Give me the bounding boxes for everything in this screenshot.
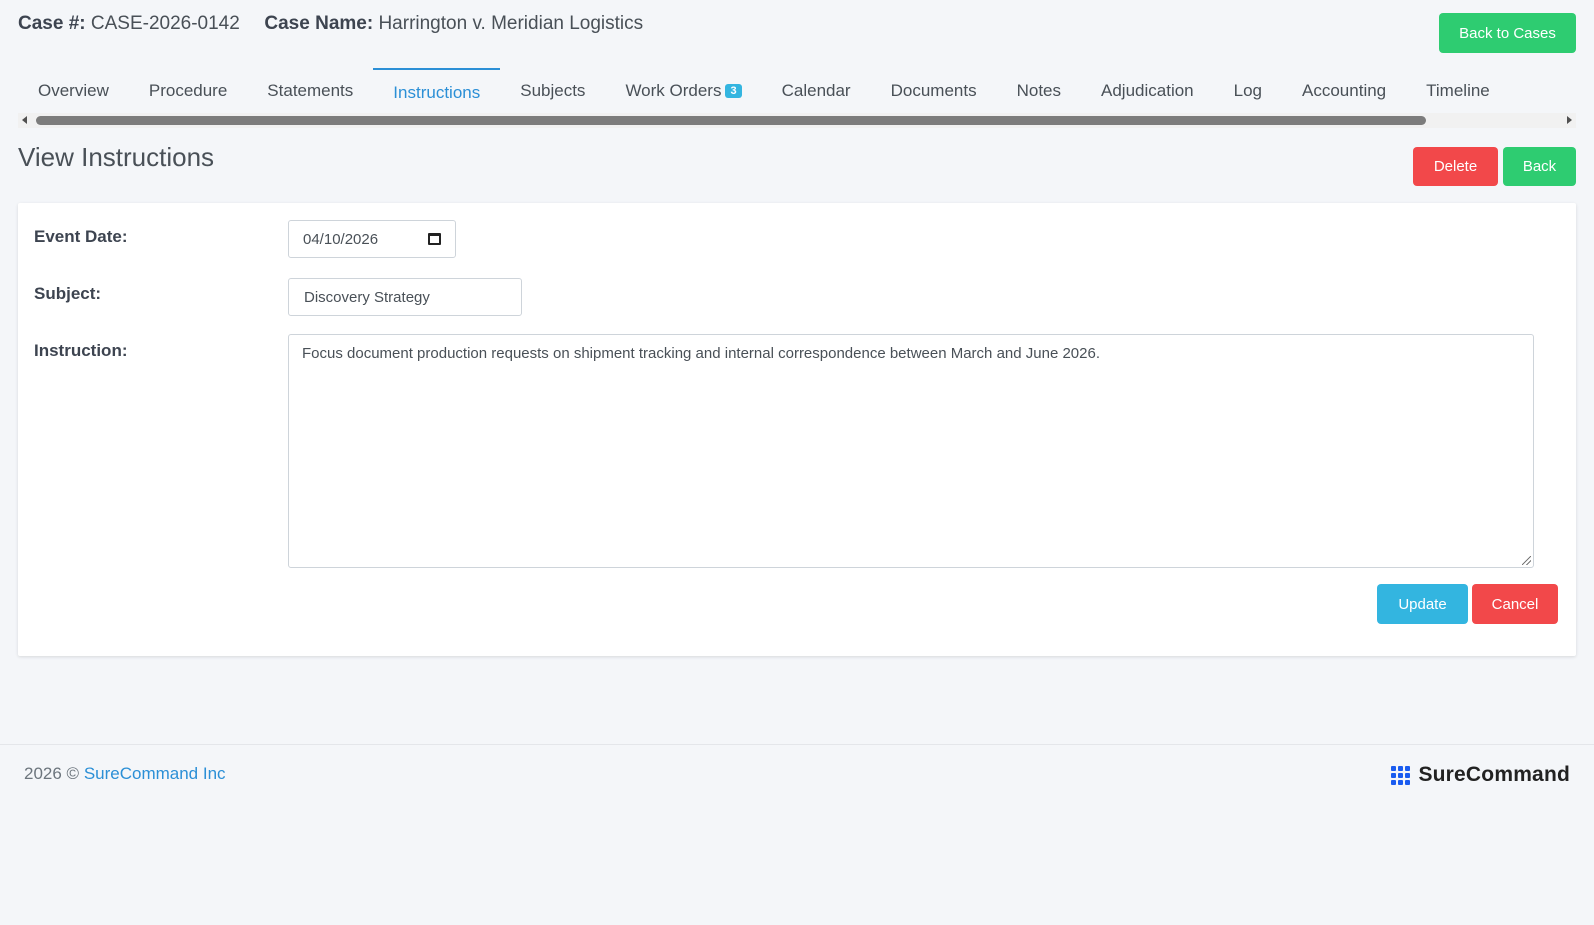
calendar-icon[interactable]: [428, 233, 441, 245]
tab-notes[interactable]: Notes: [997, 68, 1081, 112]
event-date-value: 04/10/2026: [303, 230, 379, 248]
back-to-cases-button[interactable]: Back to Cases: [1439, 13, 1576, 53]
tab-work-orders[interactable]: Work Orders 3: [605, 68, 761, 112]
tab-timeline[interactable]: Timeline: [1406, 68, 1510, 112]
tab-instructions[interactable]: Instructions: [373, 68, 501, 112]
scroll-thumb[interactable]: [36, 116, 1426, 125]
case-name: Harrington v. Meridian Logistics: [378, 13, 644, 34]
resize-grip-icon[interactable]: [1522, 556, 1531, 565]
case-info: Case #: CASE-2026-0142 Case Name: Harrin…: [18, 13, 643, 35]
case-number-label: Case #:: [18, 13, 86, 34]
tab-procedure[interactable]: Procedure: [129, 68, 247, 112]
tab-accounting[interactable]: Accounting: [1282, 68, 1406, 112]
tab-label: Work Orders: [625, 81, 722, 100]
copyright: 2026 © SureCommand Inc: [24, 764, 226, 784]
instruction-textarea[interactable]: Focus document production requests on sh…: [288, 334, 1534, 568]
delete-button[interactable]: Delete: [1413, 147, 1498, 186]
event-date-label: Event Date:: [34, 227, 128, 246]
tab-log[interactable]: Log: [1214, 68, 1282, 112]
tab-calendar[interactable]: Calendar: [762, 68, 871, 112]
tab-label: Statements: [267, 81, 354, 100]
tab-label: Procedure: [148, 81, 228, 100]
tab-label: Timeline: [1426, 81, 1490, 100]
cancel-button[interactable]: Cancel: [1472, 584, 1558, 624]
case-header: Case #: CASE-2026-0142 Case Name: Harrin…: [18, 13, 1576, 53]
scroll-right-icon[interactable]: [1567, 116, 1572, 124]
copyright-text: 2026 ©: [24, 764, 80, 783]
update-button[interactable]: Update: [1377, 584, 1468, 624]
tab-documents[interactable]: Documents: [871, 68, 997, 112]
tab-adjudication[interactable]: Adjudication: [1081, 68, 1214, 112]
event-date-field[interactable]: 04/10/2026: [288, 220, 456, 258]
tab-label: Documents: [890, 81, 977, 100]
work-orders-count-badge: 3: [725, 84, 742, 98]
footer: 2026 © SureCommand Inc SureCommand: [0, 744, 1594, 925]
tab-label: Overview: [38, 81, 109, 100]
tabs: Overview Procedure Statements Instructions S…: [18, 68, 1510, 112]
brand-name: SureCommand: [1418, 763, 1570, 786]
tab-label: Log: [1233, 81, 1263, 100]
tab-label: Accounting: [1302, 81, 1387, 100]
subject-value: Discovery Strategy: [304, 288, 430, 306]
tab-statements[interactable]: Statements: [247, 68, 373, 112]
tab-subjects[interactable]: Subjects: [500, 68, 605, 112]
case-number: CASE-2026-0142: [90, 13, 240, 34]
tab-label: Instructions: [393, 83, 481, 102]
tab-label: Subjects: [520, 81, 586, 100]
instruction-label: Instruction:: [34, 341, 128, 360]
scroll-left-icon[interactable]: [22, 116, 27, 124]
case-name-label: Case Name:: [264, 13, 374, 34]
subject-label: Subject:: [34, 284, 102, 303]
tab-label: Calendar: [781, 81, 851, 100]
brand-logo: SureCommand: [1391, 763, 1570, 787]
page-title: View Instructions: [18, 142, 215, 172]
grid-logo-icon: [1391, 765, 1411, 785]
tab-bar: Overview Procedure Statements Instructions S…: [18, 68, 1576, 130]
back-button[interactable]: Back: [1503, 147, 1576, 186]
company-link[interactable]: SureCommand Inc: [84, 764, 226, 783]
tab-label: Adjudication: [1101, 81, 1194, 100]
tab-scrollbar[interactable]: [18, 113, 1576, 128]
instruction-form-card: Event Date: 04/10/2026 Subject: Discover…: [18, 203, 1576, 656]
instruction-value: Focus document production requests on sh…: [302, 345, 1100, 362]
subject-field[interactable]: Discovery Strategy: [288, 278, 522, 316]
tab-overview[interactable]: Overview: [18, 68, 129, 112]
tab-label: Notes: [1016, 81, 1062, 100]
